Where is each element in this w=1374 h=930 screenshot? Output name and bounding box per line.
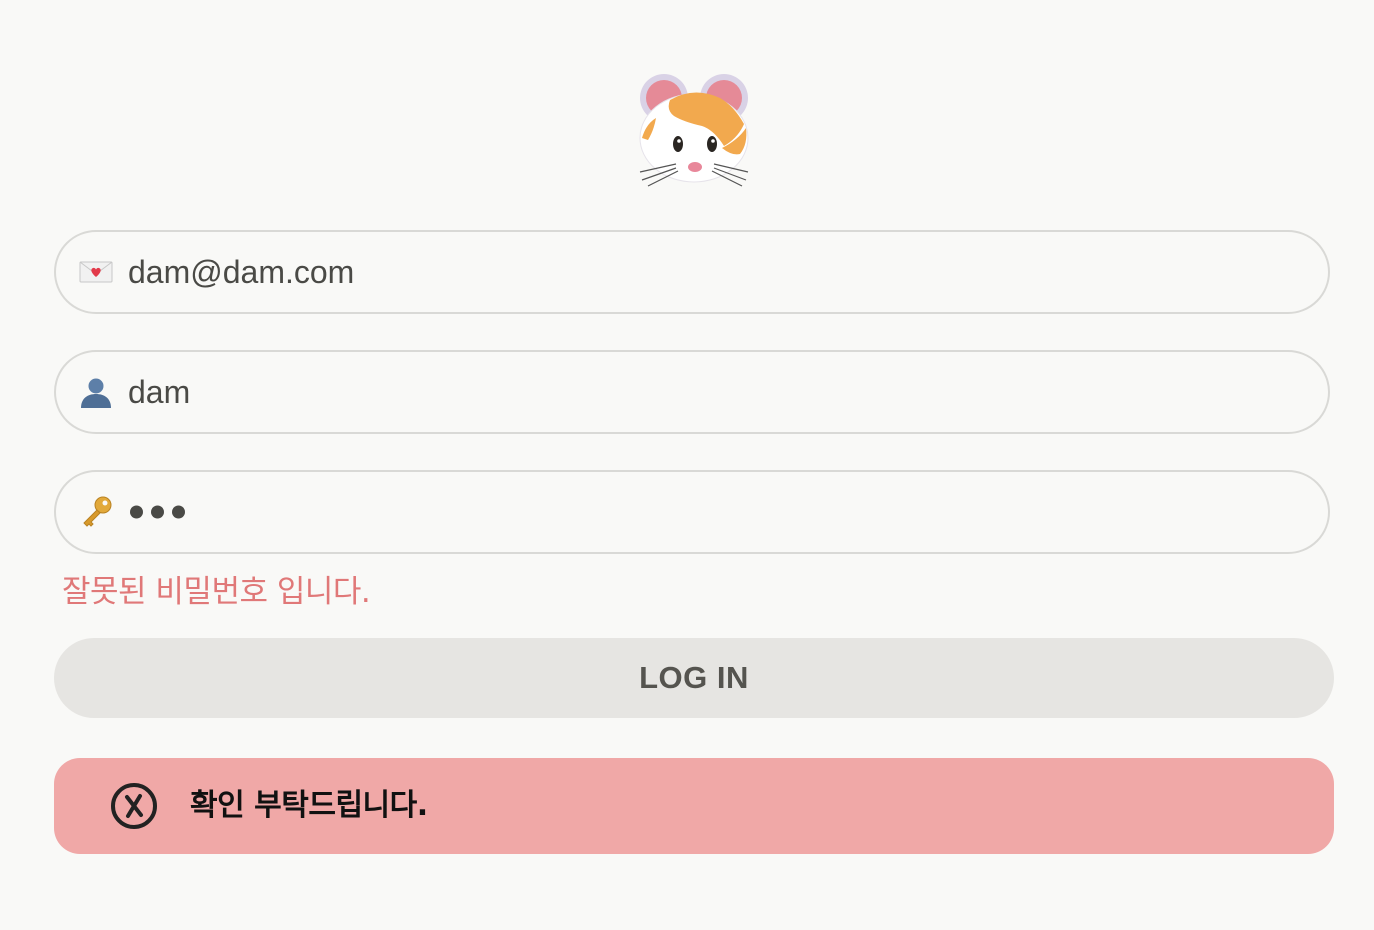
password-mask-dot xyxy=(151,505,164,519)
user-silhouette-icon xyxy=(78,374,114,410)
login-button[interactable]: LOG IN xyxy=(54,638,1334,718)
key-icon xyxy=(78,494,114,530)
hamster-face-icon xyxy=(634,68,754,188)
username-input[interactable] xyxy=(128,352,1298,432)
password-mask-dot xyxy=(130,505,143,519)
password-error-message: 잘못된 비밀번호 입니다. xyxy=(62,574,371,610)
error-toast: 확인 부탁드립니다. xyxy=(54,758,1334,854)
x-circle-icon xyxy=(110,782,158,830)
love-letter-icon xyxy=(78,254,114,290)
email-field[interactable] xyxy=(54,230,1330,314)
email-input[interactable] xyxy=(128,232,1298,312)
password-field[interactable] xyxy=(54,470,1330,554)
login-page: 잘못된 비밀번호 입니다. LOG IN 확인 부탁드립니다. xyxy=(0,0,1374,930)
toast-message: 확인 부탁드립니다. xyxy=(190,788,428,823)
password-input[interactable] xyxy=(130,505,185,519)
username-field[interactable] xyxy=(54,350,1330,434)
password-mask-dot xyxy=(172,505,185,519)
